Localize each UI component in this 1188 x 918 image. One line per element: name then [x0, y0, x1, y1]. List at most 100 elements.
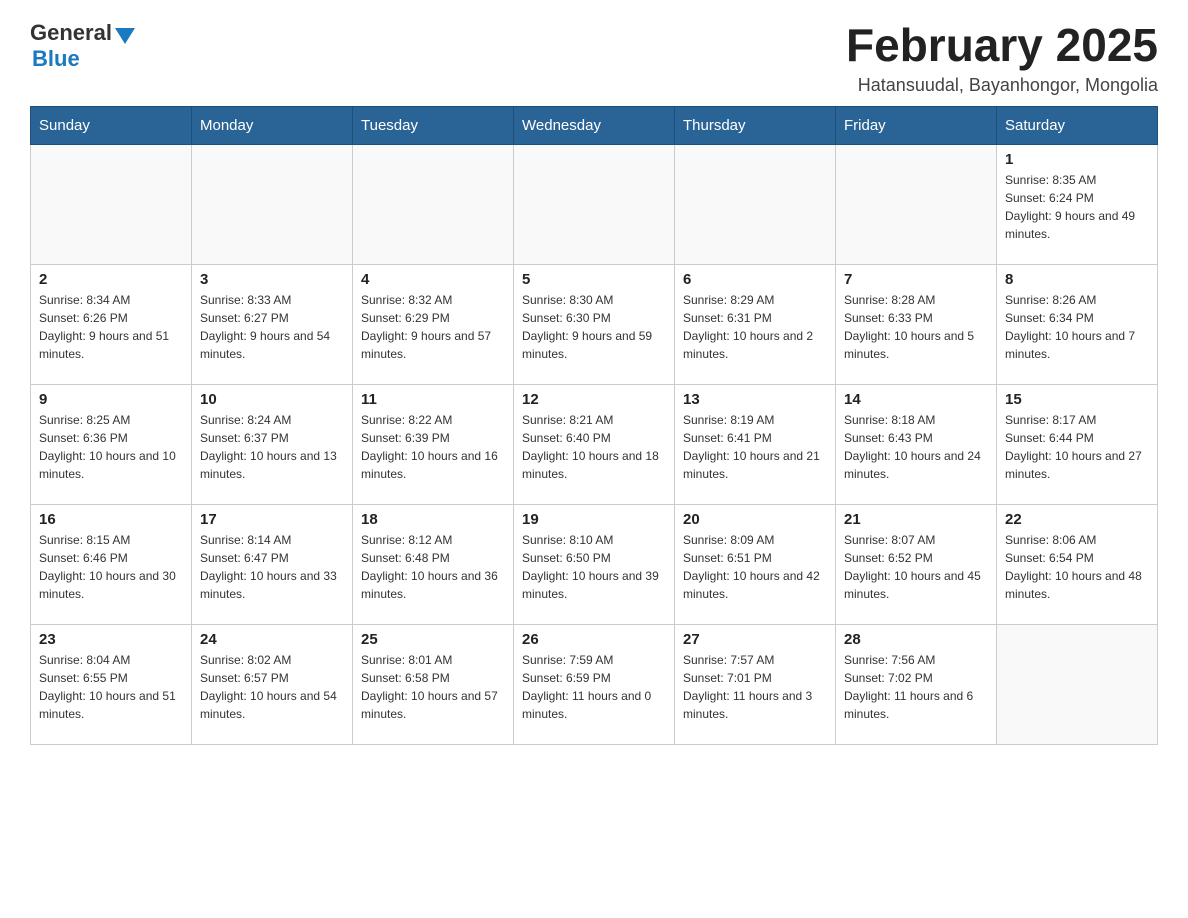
calendar-day-cell: 23 Sunrise: 8:04 AMSunset: 6:55 PMDayligh… [31, 624, 192, 744]
logo: General Blue [30, 20, 135, 72]
calendar-day-cell: 21 Sunrise: 8:07 AMSunset: 6:52 PMDayligh… [836, 504, 997, 624]
day-number: 19 [522, 511, 666, 528]
day-of-week-header: Monday [192, 106, 353, 144]
calendar-day-cell: 11 Sunrise: 8:22 AMSunset: 6:39 PMDayligh… [353, 384, 514, 504]
day-info: Sunrise: 8:04 AMSunset: 6:55 PMDaylight:… [39, 651, 183, 723]
calendar-table: SundayMondayTuesdayWednesdayThursdayFrid… [30, 106, 1158, 745]
calendar-week-row: 1 Sunrise: 8:35 AMSunset: 6:24 PMDaylight… [31, 144, 1158, 264]
logo-triangle-icon [115, 28, 135, 44]
calendar-day-cell: 14 Sunrise: 8:18 AMSunset: 6:43 PMDayligh… [836, 384, 997, 504]
day-number: 3 [200, 271, 344, 288]
day-number: 25 [361, 631, 505, 648]
calendar-day-cell: 3Sunrise: 8:33 AMSunset: 6:27 PMDaylight… [192, 264, 353, 384]
day-info: Sunrise: 8:26 AMSunset: 6:34 PMDaylight:… [1005, 291, 1149, 363]
day-number: 4 [361, 271, 505, 288]
day-number: 2 [39, 271, 183, 288]
calendar-day-cell: 10 Sunrise: 8:24 AMSunset: 6:37 PMDayligh… [192, 384, 353, 504]
day-info: Sunrise: 8:22 AMSunset: 6:39 PMDaylight:… [361, 411, 505, 483]
calendar-day-cell [675, 144, 836, 264]
logo-blue-text: Blue [32, 46, 80, 71]
calendar-day-cell [836, 144, 997, 264]
calendar-day-cell: 22 Sunrise: 8:06 AMSunset: 6:54 PMDayligh… [997, 504, 1158, 624]
day-number: 20 [683, 511, 827, 528]
calendar-week-row: 2 Sunrise: 8:34 AMSunset: 6:26 PMDaylight… [31, 264, 1158, 384]
calendar-day-cell: 16 Sunrise: 8:15 AMSunset: 6:46 PMDayligh… [31, 504, 192, 624]
day-info: Sunrise: 8:24 AMSunset: 6:37 PMDaylight:… [200, 411, 344, 483]
calendar-day-cell [514, 144, 675, 264]
calendar-day-cell: 13 Sunrise: 8:19 AMSunset: 6:41 PMDayligh… [675, 384, 836, 504]
calendar-day-cell [192, 144, 353, 264]
calendar-day-cell: 9 Sunrise: 8:25 AMSunset: 6:36 PMDaylight… [31, 384, 192, 504]
day-of-week-header: Thursday [675, 106, 836, 144]
day-info: Sunrise: 7:56 AMSunset: 7:02 PMDaylight:… [844, 651, 988, 723]
day-info: Sunrise: 8:10 AMSunset: 6:50 PMDaylight:… [522, 531, 666, 603]
day-info: Sunrise: 8:07 AMSunset: 6:52 PMDaylight:… [844, 531, 988, 603]
day-of-week-header: Tuesday [353, 106, 514, 144]
calendar-title: February 2025 [846, 20, 1158, 71]
day-number: 13 [683, 391, 827, 408]
calendar-week-row: 16 Sunrise: 8:15 AMSunset: 6:46 PMDayligh… [31, 504, 1158, 624]
calendar-day-cell: 2 Sunrise: 8:34 AMSunset: 6:26 PMDaylight… [31, 264, 192, 384]
day-number: 14 [844, 391, 988, 408]
calendar-day-cell: 28 Sunrise: 7:56 AMSunset: 7:02 PMDayligh… [836, 624, 997, 744]
calendar-day-cell: 7Sunrise: 8:28 AMSunset: 6:33 PMDaylight… [836, 264, 997, 384]
day-info: Sunrise: 8:12 AMSunset: 6:48 PMDaylight:… [361, 531, 505, 603]
calendar-week-row: 9 Sunrise: 8:25 AMSunset: 6:36 PMDaylight… [31, 384, 1158, 504]
calendar-subtitle: Hatansuudal, Bayanhongor, Mongolia [846, 75, 1158, 96]
calendar-week-row: 23 Sunrise: 8:04 AMSunset: 6:55 PMDayligh… [31, 624, 1158, 744]
calendar-day-cell: 26 Sunrise: 7:59 AMSunset: 6:59 PMDayligh… [514, 624, 675, 744]
day-number: 17 [200, 511, 344, 528]
title-block: February 2025 Hatansuudal, Bayanhongor, … [846, 20, 1158, 96]
day-info: Sunrise: 8:18 AMSunset: 6:43 PMDaylight:… [844, 411, 988, 483]
calendar-day-cell [353, 144, 514, 264]
day-info: Sunrise: 8:14 AMSunset: 6:47 PMDaylight:… [200, 531, 344, 603]
day-number: 23 [39, 631, 183, 648]
day-info: Sunrise: 8:21 AMSunset: 6:40 PMDaylight:… [522, 411, 666, 483]
day-number: 16 [39, 511, 183, 528]
calendar-day-cell: 18 Sunrise: 8:12 AMSunset: 6:48 PMDayligh… [353, 504, 514, 624]
day-number: 18 [361, 511, 505, 528]
day-info: Sunrise: 8:30 AMSunset: 6:30 PMDaylight:… [522, 291, 666, 363]
day-of-week-header: Wednesday [514, 106, 675, 144]
day-number: 7 [844, 271, 988, 288]
day-number: 26 [522, 631, 666, 648]
day-number: 8 [1005, 271, 1149, 288]
day-info: Sunrise: 8:15 AMSunset: 6:46 PMDaylight:… [39, 531, 183, 603]
day-number: 24 [200, 631, 344, 648]
day-of-week-header: Sunday [31, 106, 192, 144]
day-info: Sunrise: 8:06 AMSunset: 6:54 PMDaylight:… [1005, 531, 1149, 603]
day-info: Sunrise: 8:02 AMSunset: 6:57 PMDaylight:… [200, 651, 344, 723]
day-info: Sunrise: 8:01 AMSunset: 6:58 PMDaylight:… [361, 651, 505, 723]
calendar-day-cell: 6Sunrise: 8:29 AMSunset: 6:31 PMDaylight… [675, 264, 836, 384]
calendar-day-cell: 5Sunrise: 8:30 AMSunset: 6:30 PMDaylight… [514, 264, 675, 384]
day-of-week-header: Friday [836, 106, 997, 144]
logo-general-text: General [30, 20, 112, 46]
day-info: Sunrise: 8:34 AMSunset: 6:26 PMDaylight:… [39, 291, 183, 363]
day-info: Sunrise: 8:09 AMSunset: 6:51 PMDaylight:… [683, 531, 827, 603]
day-info: Sunrise: 8:32 AMSunset: 6:29 PMDaylight:… [361, 291, 505, 363]
day-number: 12 [522, 391, 666, 408]
calendar-day-cell: 8 Sunrise: 8:26 AMSunset: 6:34 PMDaylight… [997, 264, 1158, 384]
day-info: Sunrise: 8:35 AMSunset: 6:24 PMDaylight:… [1005, 171, 1149, 243]
day-number: 28 [844, 631, 988, 648]
calendar-day-cell: 27 Sunrise: 7:57 AMSunset: 7:01 PMDayligh… [675, 624, 836, 744]
day-info: Sunrise: 7:57 AMSunset: 7:01 PMDaylight:… [683, 651, 827, 723]
day-number: 9 [39, 391, 183, 408]
calendar-day-cell: 24 Sunrise: 8:02 AMSunset: 6:57 PMDayligh… [192, 624, 353, 744]
calendar-day-cell: 12 Sunrise: 8:21 AMSunset: 6:40 PMDayligh… [514, 384, 675, 504]
day-info: Sunrise: 8:19 AMSunset: 6:41 PMDaylight:… [683, 411, 827, 483]
day-number: 10 [200, 391, 344, 408]
calendar-day-cell: 4 Sunrise: 8:32 AMSunset: 6:29 PMDaylight… [353, 264, 514, 384]
day-info: Sunrise: 7:59 AMSunset: 6:59 PMDaylight:… [522, 651, 666, 723]
day-number: 27 [683, 631, 827, 648]
day-info: Sunrise: 8:25 AMSunset: 6:36 PMDaylight:… [39, 411, 183, 483]
calendar-day-cell: 20 Sunrise: 8:09 AMSunset: 6:51 PMDayligh… [675, 504, 836, 624]
day-number: 22 [1005, 511, 1149, 528]
day-number: 15 [1005, 391, 1149, 408]
calendar-day-cell [31, 144, 192, 264]
calendar-day-cell: 19 Sunrise: 8:10 AMSunset: 6:50 PMDayligh… [514, 504, 675, 624]
day-number: 21 [844, 511, 988, 528]
calendar-day-cell [997, 624, 1158, 744]
day-number: 11 [361, 391, 505, 408]
day-number: 1 [1005, 151, 1149, 168]
